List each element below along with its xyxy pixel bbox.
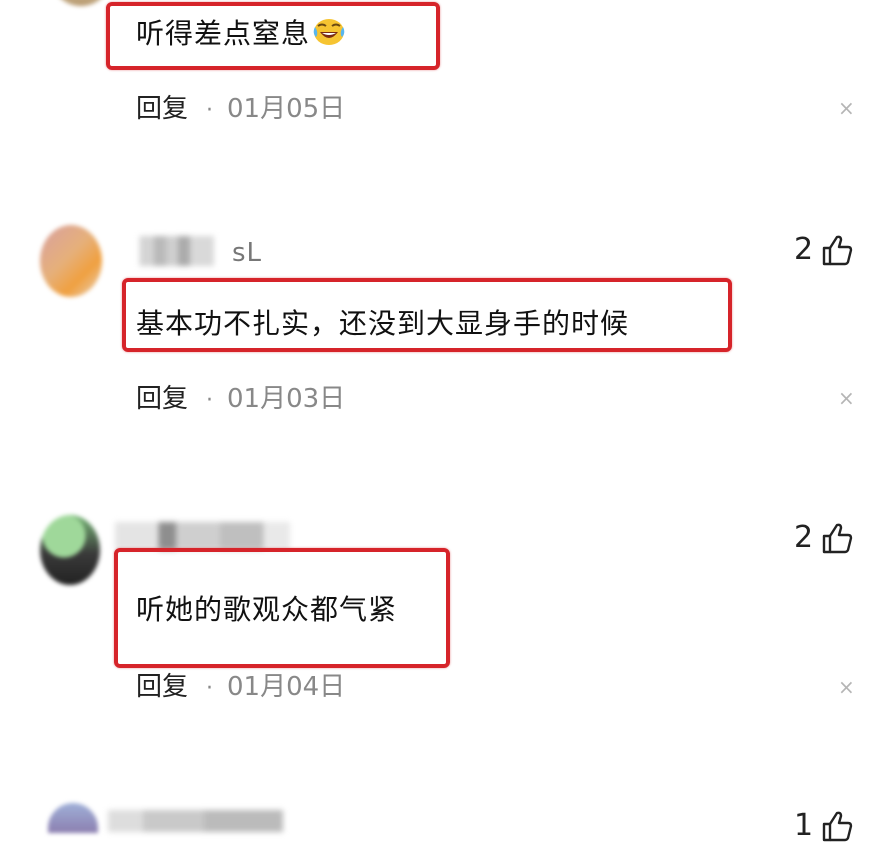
comment-date: 01月03日 [227, 384, 346, 414]
like-button[interactable]: 1 [794, 808, 853, 843]
thumbs-up-icon [822, 811, 853, 841]
thumbs-up-icon [822, 235, 853, 265]
comment-date: 01月05日 [227, 94, 346, 124]
separator-dot: · [206, 388, 214, 413]
comment-meta: 回复 · 01月04日 [136, 666, 345, 703]
separator-dot: · [206, 676, 214, 701]
comment-text: 听她的歌观众都气紧 [136, 593, 398, 626]
like-count: 1 [794, 808, 814, 843]
comment-text-content: 听得差点窒息 [136, 17, 311, 50]
like-button[interactable]: 2 [794, 520, 853, 555]
laugh-cry-emoji-icon [313, 19, 345, 45]
like-button[interactable]: 2 [794, 232, 853, 267]
close-icon[interactable]: × [838, 96, 855, 120]
avatar[interactable] [48, 803, 98, 833]
reply-button[interactable]: 回复 [136, 94, 188, 124]
avatar[interactable] [50, 0, 112, 6]
comment-text: 基本功不扎实，还没到大显身手的时候 [136, 307, 630, 340]
avatar[interactable] [40, 515, 100, 585]
username-blurred[interactable] [118, 236, 238, 266]
avatar[interactable] [40, 225, 102, 297]
username-blurred[interactable] [115, 522, 290, 550]
comment-meta: 回复 · 01月03日 [136, 378, 345, 415]
comment-meta: 回复 · 01月05日 [136, 88, 345, 125]
thumbs-up-icon [822, 523, 853, 553]
like-count: 2 [794, 520, 814, 555]
comment-date: 01月04日 [227, 672, 346, 702]
reply-button[interactable]: 回复 [136, 384, 188, 414]
username-suffix: sL [232, 238, 263, 268]
comment-text: 听得差点窒息 [136, 12, 346, 52]
reply-button[interactable]: 回复 [136, 672, 188, 702]
username-blurred[interactable] [108, 810, 283, 832]
close-icon[interactable]: × [838, 675, 855, 699]
separator-dot: · [206, 98, 214, 123]
close-icon[interactable]: × [838, 386, 855, 410]
like-count: 2 [794, 232, 814, 267]
